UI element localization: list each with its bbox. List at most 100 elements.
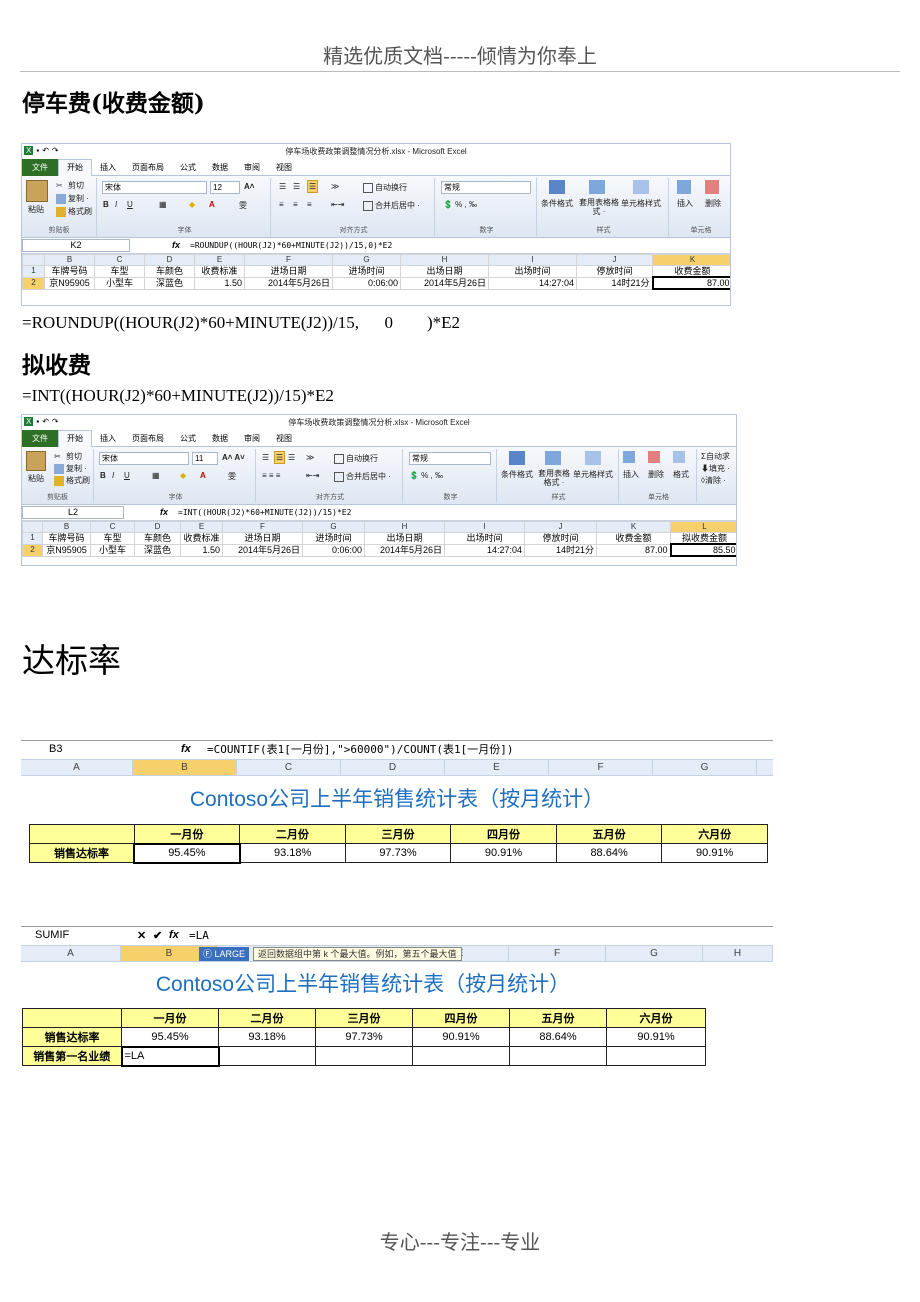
font-name-combo[interactable]: 宋体 [102,181,207,194]
selected-cell[interactable]: 85.50 [669,543,736,557]
table-format-icon[interactable] [545,451,561,465]
cell[interactable] [606,1046,706,1066]
month-header[interactable]: 一月份 [121,1008,219,1028]
cell[interactable] [218,1046,316,1066]
italic-button[interactable]: I [112,471,114,480]
column-header[interactable]: D [144,254,195,266]
border-icon[interactable]: ▦ [152,471,160,480]
cell[interactable]: 车颜色 [134,532,181,545]
font-color-icon[interactable]: A [209,200,215,209]
format-cells-icon[interactable] [673,451,685,463]
row-header[interactable]: 2 [22,276,45,290]
formula-input[interactable]: =LA [189,929,209,942]
formula-input[interactable]: =COUNTIF(表1[一月份],">60000")/COUNT(表1[一月份]… [207,743,514,756]
orientation-icon[interactable]: ≫ [331,182,339,191]
cell[interactable]: 14:27:04 [488,276,577,290]
cell[interactable]: 2014年5月26日 [244,276,333,290]
format-cells-button[interactable]: 格式 [673,469,689,480]
row-label[interactable]: 销售第一名业绩 [22,1046,122,1066]
insert-cells-icon[interactable] [623,451,635,463]
cell[interactable]: 2014年5月26日 [400,276,489,290]
header-cell[interactable] [29,824,135,844]
cell[interactable]: 深蓝色 [144,276,195,290]
copy-button[interactable]: 复制 · [54,463,87,474]
month-header[interactable]: 二月份 [218,1008,316,1028]
fx-icon[interactable]: fx [160,507,168,517]
align-middle-icon[interactable]: ☰ [293,182,300,191]
currency-icon[interactable]: 💲 % , ‰ [409,471,443,480]
cell-style-icon[interactable] [633,180,649,194]
phonetic-icon[interactable]: 雯 [239,200,247,211]
cell[interactable]: 0:06:00 [332,276,401,290]
column-header[interactable]: G [606,946,703,961]
align-right-icon[interactable]: ≡ [307,200,312,209]
column-header[interactable]: F [549,760,653,775]
tab-insert[interactable]: 插入 [92,433,124,444]
font-color-icon[interactable]: A [200,471,206,480]
corner-cell[interactable] [22,521,43,533]
column-header[interactable]: H [400,254,489,266]
cell[interactable]: 90.91% [412,1027,510,1047]
insert-cells-button[interactable]: 插入 [623,469,639,480]
align-bottom-icon[interactable]: ☰ [307,180,319,193]
corner-cell[interactable] [22,254,45,266]
table-format-button[interactable]: 套用表格格式 · [535,469,573,487]
paste-button[interactable]: 粘贴 [28,473,44,484]
underline-button[interactable]: U [124,471,130,480]
column-header[interactable]: C [94,254,145,266]
delete-cells-icon[interactable] [705,180,719,194]
cell[interactable]: 收费标准 [180,532,223,545]
merge-center-button[interactable]: 合并后居中 · [334,471,391,482]
cell[interactable]: 拟收费金额 [670,532,736,545]
conditional-format-icon[interactable] [509,451,525,465]
cell[interactable]: 进场时间 [332,265,401,278]
column-header[interactable]: E [180,521,223,533]
cell[interactable]: 车型 [90,532,135,545]
font-size-combo[interactable]: 12 [210,181,240,194]
row-label[interactable]: 销售达标率 [22,1027,122,1047]
tab-formulas[interactable]: 公式 [172,162,204,173]
format-painter-button[interactable]: 格式刷 [56,206,92,217]
tab-data[interactable]: 数据 [204,433,236,444]
cell[interactable]: 小型车 [94,276,145,290]
cell[interactable] [412,1046,510,1066]
month-header[interactable]: 五月份 [509,1008,607,1028]
name-box[interactable]: B3 [21,742,131,758]
fx-icon[interactable]: fx [169,929,179,941]
column-header[interactable]: F [509,946,606,961]
column-header[interactable]: G [332,254,401,266]
column-header[interactable]: E [445,760,549,775]
month-header[interactable]: 四月份 [450,824,557,844]
cell-style-button[interactable]: 单元格样式 [621,198,661,209]
cell[interactable]: 90.91% [661,843,768,863]
column-header[interactable]: K [652,254,730,266]
column-header[interactable]: D [341,760,445,775]
cell[interactable]: 出场时间 [488,265,577,278]
cell[interactable]: 进场日期 [244,265,333,278]
cell[interactable]: 车牌号码 [42,532,91,545]
tab-page-layout[interactable]: 页面布局 [124,162,172,173]
column-header[interactable]: F [244,254,333,266]
row-header[interactable]: 2 [22,543,43,557]
border-icon[interactable]: ▦ [159,200,167,209]
paste-icon[interactable] [26,451,46,471]
fill-button[interactable]: ⬇填充 · [701,463,730,474]
formula-input[interactable]: =INT((HOUR(J2)*60+MINUTE(J2))/15)*E2 [178,506,351,519]
tab-formulas[interactable]: 公式 [172,433,204,444]
number-format-combo[interactable]: 常规 [441,181,531,194]
bold-button[interactable]: B [103,200,109,209]
column-header[interactable]: K [596,521,671,533]
cell-style-icon[interactable] [585,451,601,465]
column-header[interactable]: I [444,521,525,533]
font-name-combo[interactable]: 宋体 [99,452,189,465]
tab-review[interactable]: 审阅 [236,433,268,444]
cell[interactable]: 进场日期 [222,532,303,545]
column-header[interactable]: G [653,760,757,775]
column-header[interactable]: J [524,521,597,533]
month-header[interactable]: 二月份 [239,824,346,844]
copy-button[interactable]: 复制 · [56,193,89,204]
month-header[interactable]: 一月份 [133,824,241,844]
name-box[interactable]: L2 [22,506,124,519]
column-header[interactable]: A [21,946,121,961]
cell[interactable]: 14时21分 [576,276,653,290]
